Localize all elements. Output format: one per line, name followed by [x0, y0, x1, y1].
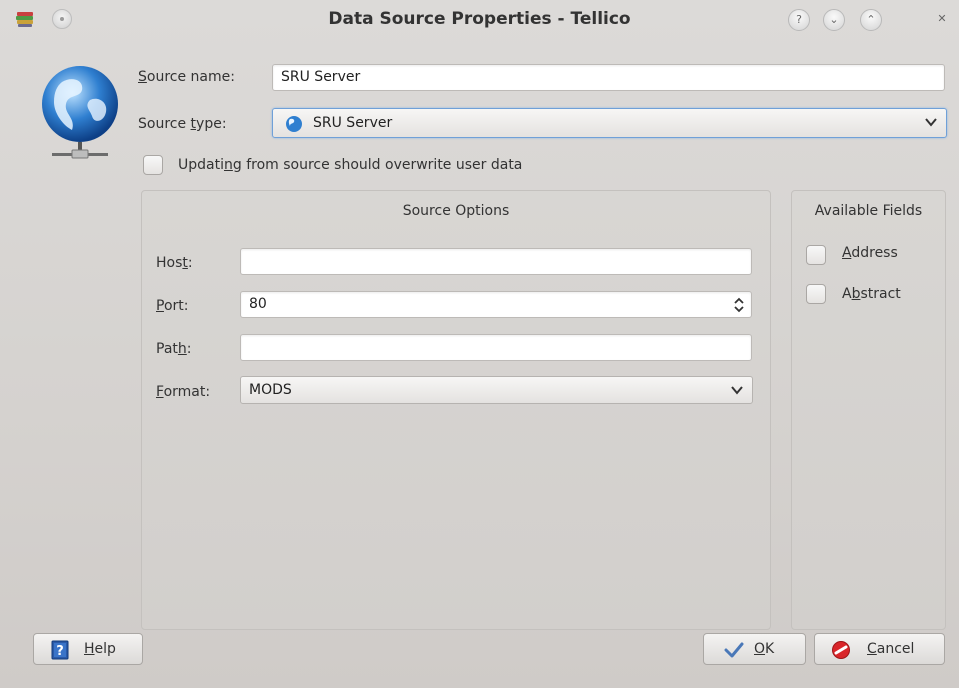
address-checkbox-label[interactable]: Address	[842, 245, 898, 261]
cancel-button[interactable]: Cancel	[814, 633, 945, 665]
host-input[interactable]	[240, 248, 752, 275]
source-type-select[interactable]: SRU Server	[272, 108, 947, 138]
source-type-value: SRU Server	[313, 115, 393, 131]
abstract-checkbox-label[interactable]: Abstract	[842, 286, 901, 302]
title-bar: Data Source Properties - Tellico ? ⌄ ⌃ ✕	[0, 0, 959, 40]
window-title: Data Source Properties - Tellico	[328, 9, 631, 29]
available-fields-title: Available Fields	[814, 203, 923, 219]
overwrite-checkbox-label[interactable]: Updating from source should overwrite us…	[178, 157, 522, 173]
help-button[interactable]: ? Help	[33, 633, 143, 665]
minimize-button[interactable]: ⌄	[823, 9, 845, 31]
format-select[interactable]: MODS	[240, 376, 753, 404]
address-checkbox[interactable]	[806, 245, 826, 265]
close-button[interactable]: ✕	[932, 9, 952, 29]
spinner-arrows-icon[interactable]	[733, 296, 745, 314]
source-type-label: Source type:	[138, 116, 227, 132]
format-value: MODS	[249, 382, 292, 398]
help-button-label: Help	[84, 641, 116, 657]
chevron-down-icon	[925, 118, 937, 127]
format-label: Format:	[156, 384, 211, 400]
port-value: 80	[249, 296, 267, 312]
path-input[interactable]	[240, 334, 752, 361]
help-book-icon: ?	[51, 640, 69, 660]
path-label: Path:	[156, 341, 192, 357]
overwrite-checkbox[interactable]	[143, 155, 163, 175]
svg-text:?: ?	[56, 644, 64, 659]
source-options-title: Source Options	[402, 203, 510, 219]
cancel-icon	[832, 641, 850, 659]
source-name-label: Source name:	[138, 69, 235, 85]
dialog-window: Data Source Properties - Tellico ? ⌄ ⌃ ✕…	[0, 0, 959, 688]
maximize-button[interactable]: ⌃	[860, 9, 882, 31]
chevron-down-icon	[731, 386, 743, 395]
context-help-button[interactable]: ?	[788, 9, 810, 31]
ok-button[interactable]: OK	[703, 633, 806, 665]
port-spinbox[interactable]: 80	[240, 291, 752, 318]
globe-network-icon	[42, 66, 118, 159]
ok-button-label: OK	[754, 641, 775, 657]
checkmark-icon	[724, 642, 744, 658]
cancel-button-label: Cancel	[867, 641, 915, 657]
host-label: Host:	[156, 255, 193, 271]
globe-icon	[286, 116, 302, 132]
port-label: Port:	[156, 298, 189, 314]
source-name-input[interactable]: SRU Server	[272, 64, 945, 91]
abstract-checkbox[interactable]	[806, 284, 826, 304]
